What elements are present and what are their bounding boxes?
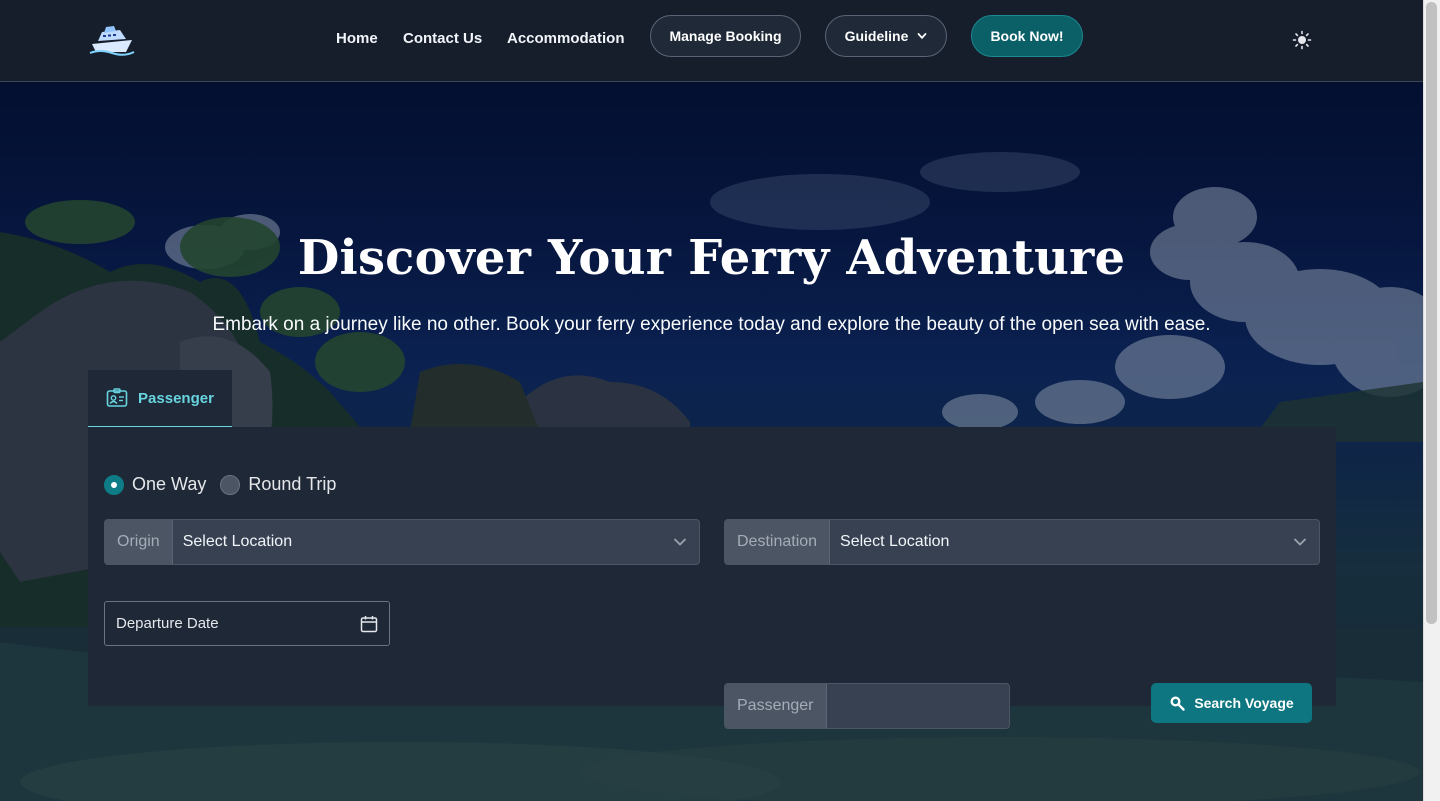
origin-value: Select Location xyxy=(182,533,293,550)
destination-value: Select Location xyxy=(840,533,950,550)
hero-title: Discover Your Ferry Adventure xyxy=(297,230,1126,286)
book-now-button[interactable]: Book Now! xyxy=(971,15,1083,57)
departure-date-field[interactable]: Departure Date xyxy=(104,601,390,646)
manage-booking-button[interactable]: Manage Booking xyxy=(650,15,801,57)
chevron-down-icon xyxy=(917,33,927,40)
destination-label: Destination xyxy=(725,520,831,564)
passenger-value[interactable] xyxy=(827,684,1010,728)
nav-contact-us[interactable]: Contact Us xyxy=(403,30,482,47)
trip-type-group: One Way Round Trip xyxy=(104,474,350,495)
sun-icon[interactable] xyxy=(1292,30,1312,50)
calendar-icon[interactable] xyxy=(360,615,378,633)
id-card-icon xyxy=(106,388,128,407)
book-now-label: Book Now! xyxy=(990,28,1064,44)
one-way-radio[interactable] xyxy=(104,474,124,495)
origin-select[interactable]: Origin Select Location xyxy=(104,519,700,565)
chevron-down-icon xyxy=(674,538,686,546)
manage-booking-label: Manage Booking xyxy=(669,28,782,44)
hero-subtitle: Embark on a journey like no other. Book … xyxy=(212,314,1211,335)
passenger-field[interactable]: Passenger xyxy=(724,683,1010,729)
tab-passenger[interactable]: Passenger xyxy=(88,370,232,428)
nav-accommodation[interactable]: Accommodation xyxy=(507,30,625,47)
scrollbar-thumb[interactable] xyxy=(1426,2,1437,624)
chevron-down-icon xyxy=(1294,538,1306,546)
search-voyage-button[interactable]: Search Voyage xyxy=(1151,683,1312,723)
round-trip-label[interactable]: Round Trip xyxy=(248,474,336,495)
guideline-label: Guideline xyxy=(844,28,909,44)
nav-home[interactable]: Home xyxy=(336,30,378,47)
tab-passenger-label: Passenger xyxy=(138,389,214,407)
destination-select[interactable]: Destination Select Location xyxy=(724,519,1320,565)
one-way-label[interactable]: One Way xyxy=(132,474,206,495)
hero-section: Discover Your Ferry Adventure Embark on … xyxy=(0,82,1423,801)
top-navbar: Home Contact Us Accommodation Manage Boo… xyxy=(0,0,1423,82)
guideline-dropdown[interactable]: Guideline xyxy=(825,15,947,57)
search-voyage-label: Search Voyage xyxy=(1194,695,1294,711)
round-trip-radio[interactable] xyxy=(220,474,241,495)
search-icon xyxy=(1170,696,1186,711)
ferry-logo[interactable] xyxy=(88,24,136,56)
departure-date-placeholder: Departure Date xyxy=(116,615,219,632)
passenger-label: Passenger xyxy=(725,684,827,728)
search-card: One Way Round Trip Origin Select Locatio… xyxy=(88,427,1336,729)
origin-label: Origin xyxy=(105,520,173,564)
